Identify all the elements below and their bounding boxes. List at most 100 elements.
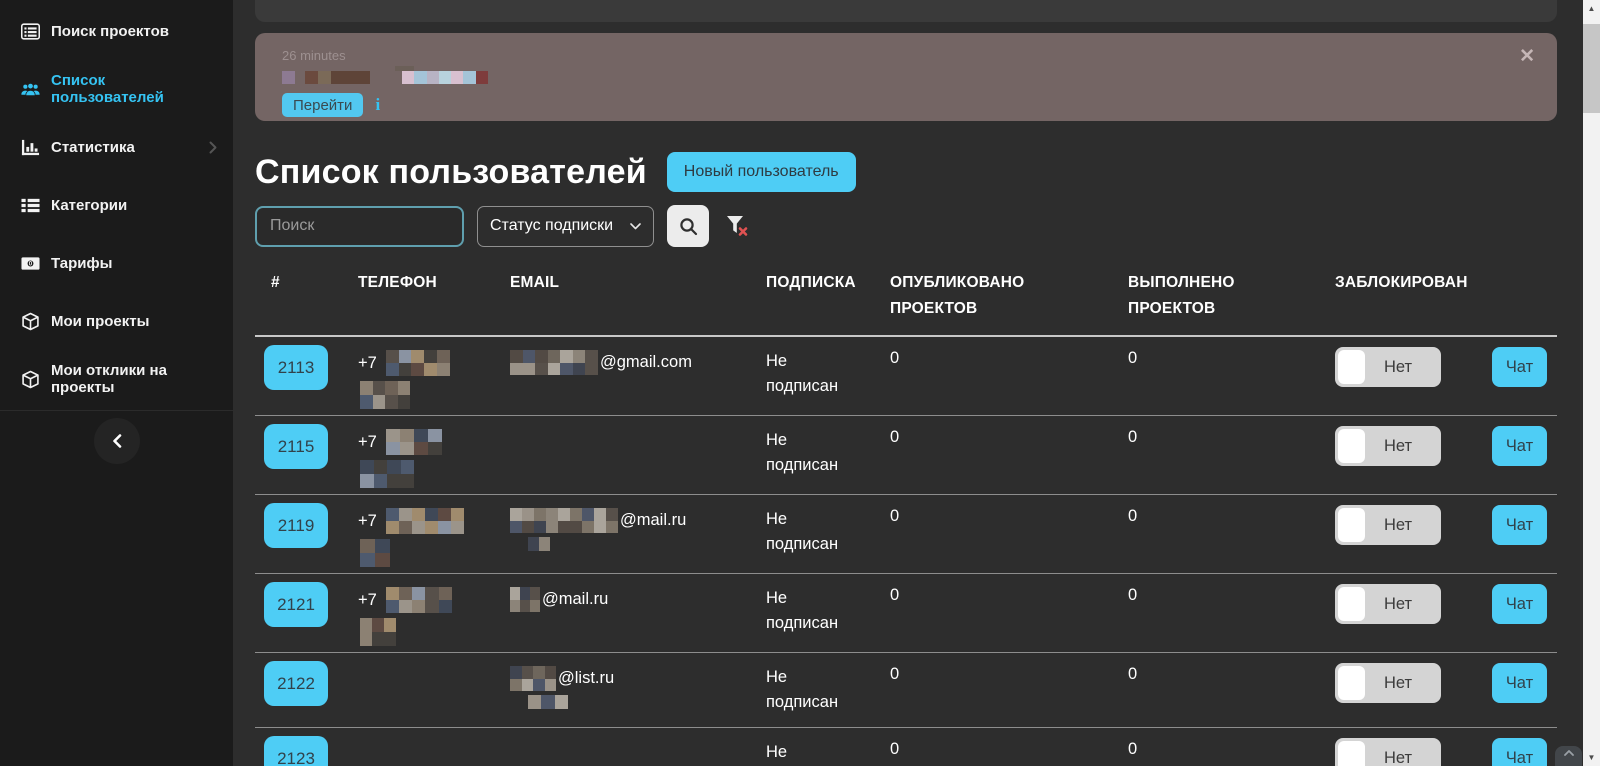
blocked-toggle[interactable]: Нет xyxy=(1335,505,1441,545)
sidebar-item-6[interactable]: Мои проекты xyxy=(0,292,233,350)
info-icon[interactable]: i xyxy=(375,95,380,115)
blocked-toggle[interactable]: Нет xyxy=(1335,426,1441,466)
email-domain: @list.ru xyxy=(558,669,615,687)
sidebar-item-label: Статистика xyxy=(51,138,135,156)
phone-cell: +7 xyxy=(342,503,494,567)
published-count: 0 xyxy=(890,586,900,604)
scrollbar-up-arrow[interactable]: ▲ xyxy=(1583,0,1600,17)
subscription-status: Не подписан xyxy=(766,431,839,474)
email-cell: @mail.ru xyxy=(494,582,750,612)
subscription-status: Не подписан xyxy=(766,589,839,632)
chat-button[interactable]: Чат xyxy=(1492,426,1547,466)
completed-count: 0 xyxy=(1128,665,1138,683)
redacted-email xyxy=(510,587,540,612)
toggle-label: Нет xyxy=(1383,748,1413,766)
user-id-button[interactable]: 2119 xyxy=(264,503,328,548)
sidebar-item-1[interactable]: Поиск проектов xyxy=(0,2,233,60)
svg-text:0: 0 xyxy=(28,260,32,267)
redacted-email xyxy=(528,537,550,551)
column-header-6: ВЫПОЛНЕНО ПРОЕКТОВ xyxy=(1128,274,1235,317)
sidebar-divider xyxy=(0,410,233,411)
blocked-toggle[interactable]: Нет xyxy=(1335,663,1441,703)
search-input[interactable] xyxy=(255,205,464,247)
scrollbar-thumb[interactable] xyxy=(1583,24,1600,113)
sidebar-item-label: Поиск проектов xyxy=(51,22,169,40)
redacted-block xyxy=(395,66,414,71)
sidebar-item-label: Мои проекты xyxy=(51,312,150,330)
chevron-right-icon xyxy=(209,141,217,154)
sidebar-item-label: Категории xyxy=(51,196,128,214)
sidebar-item-4[interactable]: Категории xyxy=(0,176,233,234)
redacted-phone xyxy=(385,429,442,455)
chart-icon xyxy=(20,137,40,157)
table-row: 2122 @list.ru Не подписан 0 0 Нет Чат xyxy=(255,653,1557,728)
user-id-button[interactable]: 2122 xyxy=(264,661,328,706)
chevron-up-icon xyxy=(1563,750,1574,766)
blocked-toggle[interactable]: Нет xyxy=(1335,584,1441,624)
sidebar-item-2[interactable]: Список пользователей xyxy=(0,60,233,118)
banner-go-button[interactable]: Перейти xyxy=(282,93,364,117)
clear-filter-icon[interactable] xyxy=(724,213,750,239)
user-id-button[interactable]: 2121 xyxy=(264,582,328,627)
completed-count: 0 xyxy=(1128,349,1138,367)
categories-icon xyxy=(20,195,40,215)
subscription-status: Не подписан xyxy=(766,743,788,761)
subscription-status-select[interactable]: Статус подписки xyxy=(477,205,654,247)
sidebar-collapse-button[interactable] xyxy=(93,418,140,464)
scrollbar-track[interactable] xyxy=(1583,17,1600,749)
subscription-status: Не подписан xyxy=(766,352,839,395)
table-row: 2119 +7 @mail.ru Не подписан 0 0 Нет Чат xyxy=(255,495,1557,574)
toggle-label: Нет xyxy=(1383,673,1413,692)
redacted-email xyxy=(510,508,618,533)
sidebar-item-3[interactable]: Статистика xyxy=(0,118,233,176)
blocked-toggle[interactable]: Нет xyxy=(1335,347,1441,387)
banner-redacted-text xyxy=(282,66,1537,84)
subscription-status: Не подписан xyxy=(766,668,839,711)
toggle-label: Нет xyxy=(1383,594,1413,613)
published-count: 0 xyxy=(890,665,900,683)
column-header-5: ОПУБЛИКОВАНО ПРОЕКТОВ xyxy=(890,274,1025,317)
sidebar-item-5[interactable]: 0 Тарифы xyxy=(0,234,233,292)
chat-button[interactable]: Чат xyxy=(1492,663,1547,703)
scrollbar-down-arrow[interactable]: ▼ xyxy=(1583,749,1600,766)
chat-button[interactable]: Чат xyxy=(1492,584,1547,624)
redacted-phone xyxy=(385,587,452,613)
new-user-button[interactable]: Новый пользователь xyxy=(666,152,856,192)
redacted-block xyxy=(282,71,295,84)
redacted-block xyxy=(305,71,370,84)
users-icon xyxy=(20,79,40,99)
chat-button[interactable]: Чат xyxy=(1492,738,1547,766)
scroll-top-button[interactable] xyxy=(1555,746,1582,766)
sidebar: Поиск проектов Список пользователей Статис… xyxy=(0,0,233,766)
redacted-email xyxy=(510,350,598,375)
page-title: Список пользователей xyxy=(255,152,647,191)
close-icon[interactable]: ✕ xyxy=(1519,47,1535,66)
table-row: 2115 +7 Не подписан 0 0 Нет Чат xyxy=(255,416,1557,495)
users-table: 2113 +7 @gmail.com Не подписан 0 0 Нет Чат 2115 +… xyxy=(255,337,1557,766)
table-row: 2121 +7 @mail.ru Не подписан 0 0 Нет Чат xyxy=(255,574,1557,653)
redacted-phone xyxy=(385,508,464,534)
sidebar-item-7[interactable]: Мои отклики на проекты xyxy=(0,350,233,408)
redacted-phone xyxy=(360,539,390,567)
chat-button[interactable]: Чат xyxy=(1492,347,1547,387)
blocked-toggle[interactable]: Нет xyxy=(1335,738,1441,766)
chevron-down-icon xyxy=(630,222,641,230)
column-header-7: ЗАБЛОКИРОВАН xyxy=(1335,274,1468,291)
user-id-button[interactable]: 2123 xyxy=(264,736,328,766)
completed-count: 0 xyxy=(1128,586,1138,604)
column-header-1: # xyxy=(271,274,280,291)
email-domain: @mail.ru xyxy=(542,590,609,608)
chat-button[interactable]: Чат xyxy=(1492,505,1547,545)
search-button[interactable] xyxy=(667,205,709,247)
sidebar-item-label: Список пользователей xyxy=(51,72,164,106)
completed-count: 0 xyxy=(1128,428,1138,446)
phone-cell: +7 xyxy=(342,582,494,646)
user-id-button[interactable]: 2115 xyxy=(264,424,328,469)
page-scrollbar[interactable]: ▲ ▼ xyxy=(1583,0,1600,766)
sidebar-item-label: Тарифы xyxy=(51,254,113,272)
redacted-phone xyxy=(360,618,396,646)
email-cell: @list.ru xyxy=(494,661,750,709)
user-id-button[interactable]: 2113 xyxy=(264,345,328,390)
published-count: 0 xyxy=(890,740,900,758)
phone-prefix: +7 xyxy=(358,511,377,530)
